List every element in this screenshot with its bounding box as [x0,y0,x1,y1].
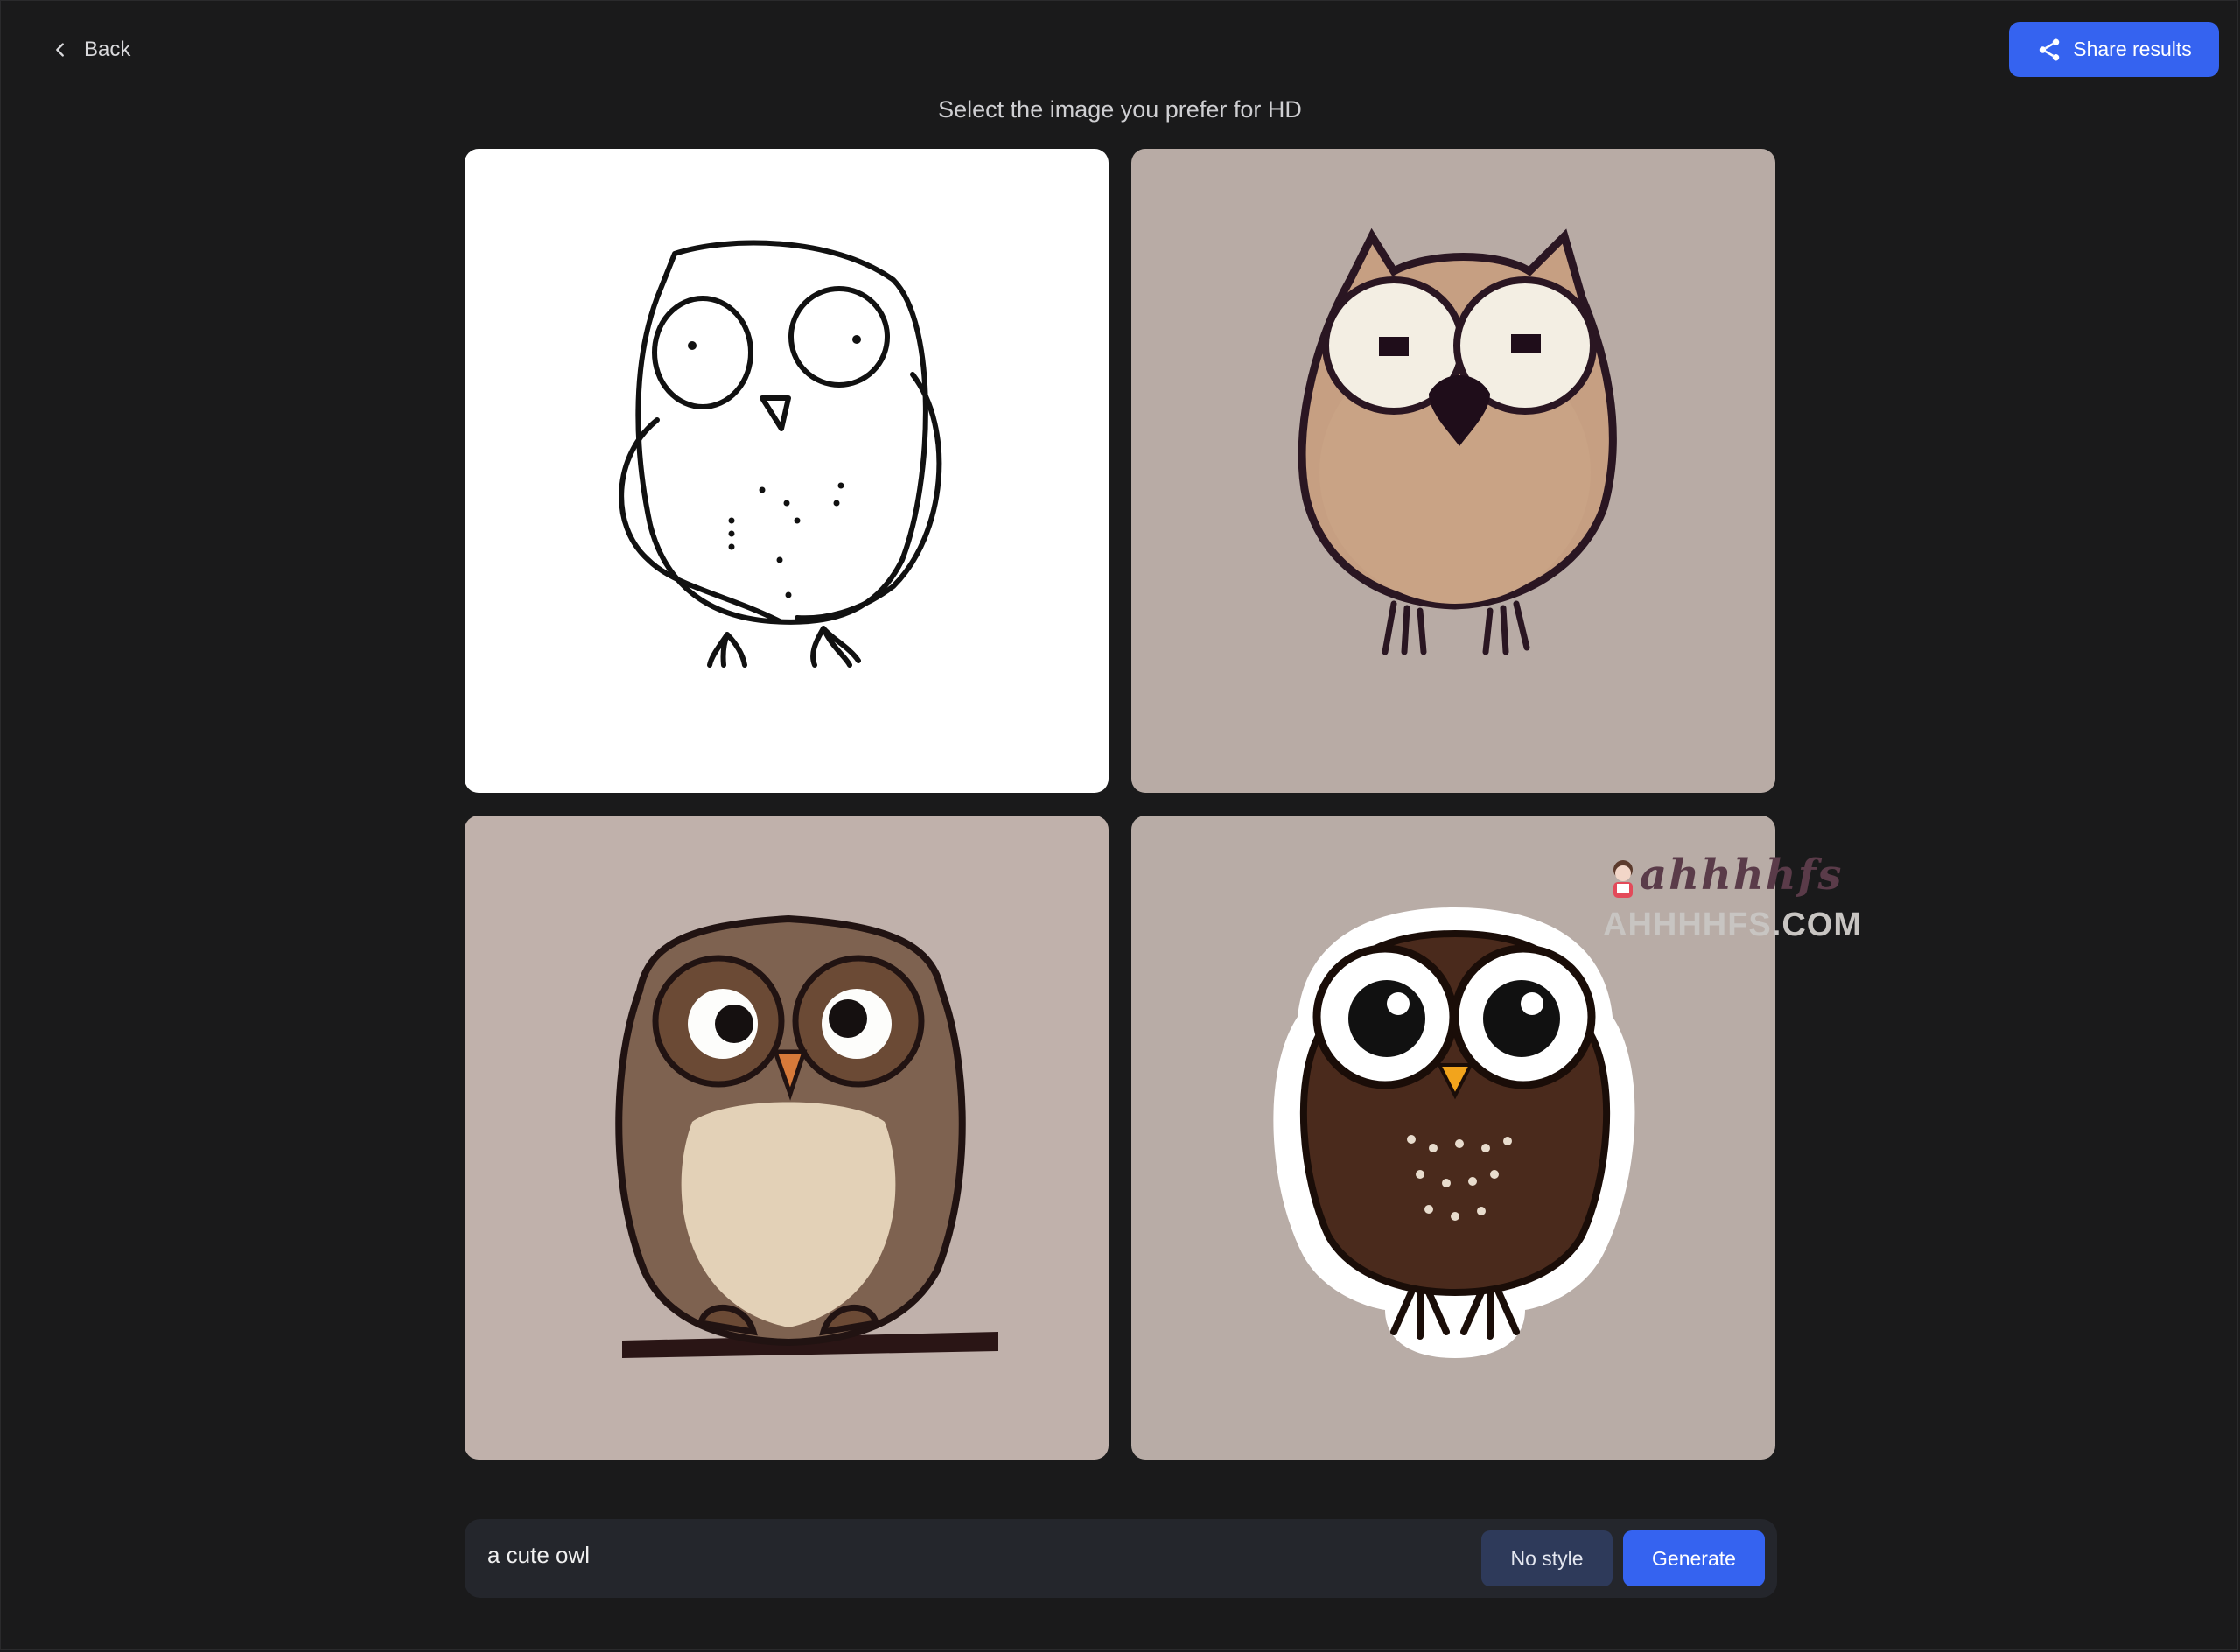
image-option-3[interactable] [465,816,1109,1460]
generate-button[interactable]: Generate [1623,1530,1765,1586]
watermark-top-text: ahhhhfs [1640,850,1844,900]
image-option-1[interactable] [465,149,1109,793]
owl-image [619,240,942,668]
share-results-button[interactable]: Share results [2009,22,2219,77]
back-button[interactable]: Back [51,32,130,68]
prompt-bar: a cute owl No style Generate [465,1519,1777,1598]
share-icon [2039,38,2060,60]
back-label: Back [84,38,131,61]
image-grid: ahhhhfs AHHHHFS.COM [465,149,1861,1461]
page-title: Select the image you prefer for HD [938,96,1302,122]
owl-image [1298,228,1617,655]
prompt-input[interactable]: a cute owl [487,1542,590,1569]
share-results-label: Share results [2073,38,2192,60]
watermark: ahhhhfs AHHHHFS.COM [1601,850,1872,947]
style-button[interactable]: No style [1481,1530,1613,1586]
chevron-left-icon [56,43,64,57]
mascot-icon [1614,860,1633,898]
owl-image [615,914,998,1358]
watermark-bottom-text: AHHHHFS.COM [1603,906,1862,943]
image-option-2[interactable] [1131,149,1775,793]
